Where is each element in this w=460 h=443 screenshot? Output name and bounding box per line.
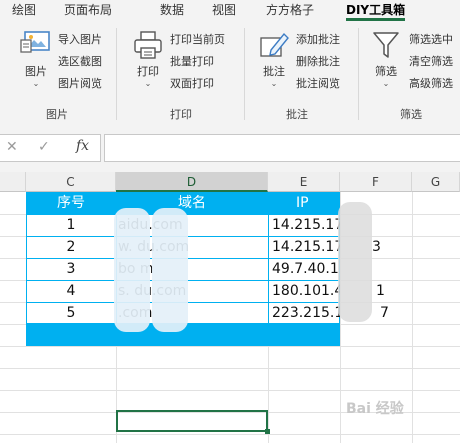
gridline [0, 346, 460, 347]
tab-data[interactable]: 数据 [160, 0, 184, 22]
gridline [0, 390, 460, 391]
tab-fangfang[interactable]: 方方格子 [266, 0, 314, 22]
table-cell-ip[interactable]: 180.101.4 [272, 280, 340, 302]
picture-button[interactable]: 图片 ⌄ [14, 28, 58, 100]
formula-bar: ✕ ✓ fx [0, 124, 460, 172]
group-divider [116, 28, 117, 120]
advanced-filter-button[interactable]: 高级筛选 [409, 75, 453, 93]
redaction-blur [152, 208, 188, 332]
tab-page-layout[interactable]: 页面布局 [64, 0, 112, 22]
column-header-g[interactable]: G [412, 172, 460, 192]
cancel-icon[interactable]: ✕ [6, 139, 18, 155]
picture-label: 图片 [25, 65, 47, 78]
print-group-label: 打印 [170, 108, 192, 121]
comment-browse-button[interactable]: 批注阅览 [296, 75, 340, 93]
printer-icon [134, 31, 162, 59]
table-cell-index[interactable]: 4 [26, 280, 116, 302]
chevron-down-icon: ⌄ [144, 79, 152, 88]
duplex-print-button[interactable]: 双面打印 [170, 75, 214, 93]
tab-view[interactable]: 视图 [212, 0, 236, 22]
select-all-corner[interactable] [0, 172, 26, 192]
active-cell[interactable] [116, 410, 268, 432]
column-header-f[interactable]: F [340, 172, 412, 192]
redaction-blur [338, 202, 372, 322]
chevron-down-icon: ⌄ [270, 79, 278, 88]
formula-input[interactable] [104, 134, 460, 162]
filter-group-label: 筛选 [400, 108, 422, 121]
gridline [412, 192, 413, 443]
table-cell-index[interactable]: 2 [26, 236, 116, 258]
picture-browse-button[interactable]: 图片阅览 [58, 75, 102, 93]
tab-draw[interactable]: 绘图 [12, 0, 36, 22]
tab-diy-toolbox[interactable]: DIY工具箱 [346, 0, 406, 22]
redaction-blur [114, 208, 150, 332]
watermark: Bai 经验 [346, 401, 404, 417]
filter-button[interactable]: 筛选 ⌄ [364, 28, 408, 100]
column-header-d[interactable]: D [116, 172, 268, 192]
chevron-down-icon: ⌄ [382, 79, 390, 88]
table-cell-f[interactable]: 7 [380, 302, 410, 324]
print-current-page-button[interactable]: 打印当前页 [170, 31, 225, 49]
picture-group-label: 图片 [46, 108, 68, 121]
column-header-c[interactable]: C [26, 172, 116, 192]
confirm-icon[interactable]: ✓ [38, 139, 50, 155]
fill-handle[interactable] [265, 429, 270, 434]
batch-print-button[interactable]: 批量打印 [170, 53, 214, 71]
table-cell-ip[interactable]: 49.7.40.1 [272, 258, 340, 280]
comment-button[interactable]: 批注 ⌄ [252, 28, 296, 100]
column-header-e[interactable]: E [268, 172, 340, 192]
pencil-note-icon [260, 32, 289, 57]
import-picture-button[interactable]: 导入图片 [58, 31, 102, 49]
group-divider [358, 28, 359, 120]
table-cell-index[interactable]: 1 [26, 214, 116, 236]
add-comment-button[interactable]: 添加批注 [296, 31, 340, 49]
header-cell-ip[interactable]: IP [268, 192, 340, 214]
gridline [0, 368, 460, 369]
table-cell-f[interactable]: 1 [376, 280, 406, 302]
comment-group-label: 批注 [286, 108, 308, 121]
chevron-down-icon: ⌄ [32, 79, 40, 88]
funnel-icon [373, 32, 399, 58]
insert-function-icon[interactable]: fx [76, 138, 89, 154]
ribbon-tabs: 绘图 页面布局 数据 视图 方方格子 DIY工具箱 [0, 0, 460, 22]
region-screenshot-button[interactable]: 选区截图 [58, 53, 102, 71]
gridline [0, 434, 460, 435]
print-button[interactable]: 打印 ⌄ [126, 28, 170, 100]
filter-selected-button[interactable]: 筛选选中 [409, 31, 453, 49]
table-divider [268, 214, 269, 324]
picture-icon [20, 31, 50, 53]
table-cell-index[interactable]: 5 [26, 302, 116, 324]
delete-comment-button[interactable]: 删除批注 [296, 53, 340, 71]
table-cell-index[interactable]: 3 [26, 258, 116, 280]
table-cell-ip[interactable]: 14.215.17 [272, 236, 340, 258]
table-cell-ip[interactable]: 223.215.18 [272, 302, 340, 324]
group-divider [244, 28, 245, 120]
ribbon: 图片 ⌄ 导入图片 选区截图 图片阅览 图片 打印 ⌄ 打印当前页 批量打印 双… [0, 22, 460, 125]
clear-filter-button[interactable]: 清空筛选 [409, 53, 453, 71]
table-cell-f[interactable]: 3 [372, 236, 402, 258]
comment-label: 批注 [263, 65, 285, 78]
table-cell-ip[interactable]: 14.215.17 [272, 214, 340, 236]
filter-label: 筛选 [375, 65, 397, 78]
worksheet-grid[interactable]: C D E F G 序号 域名 IP 1 aidu.com 14.215.17 … [0, 172, 460, 443]
header-cell-index[interactable]: 序号 [26, 192, 116, 214]
print-label: 打印 [137, 65, 159, 78]
